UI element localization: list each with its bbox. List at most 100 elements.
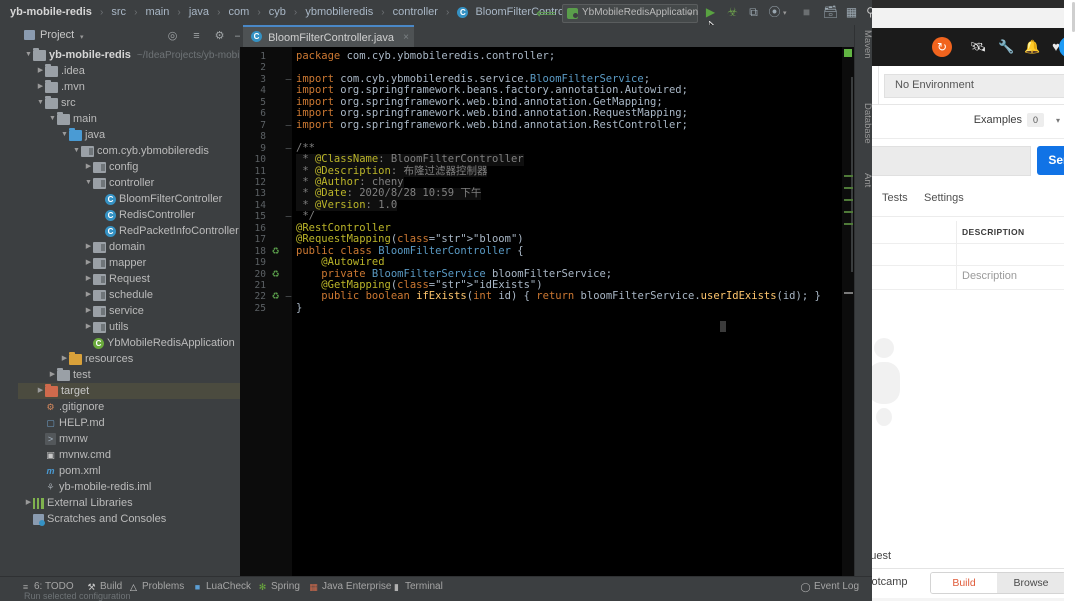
disclosure-triangle-icon[interactable]: ▼ <box>84 175 93 191</box>
breadcrumb-item-com[interactable]: com <box>228 0 249 25</box>
build-browse-toggle[interactable]: Build Browse <box>930 572 1066 594</box>
breadcrumb-item-java[interactable]: java <box>189 0 209 25</box>
chevron-down-icon[interactable]: ▾ <box>1056 116 1060 125</box>
tree-item-idea[interactable]: ▶.idea <box>18 63 240 79</box>
tree-item-bloomfiltercontroller[interactable]: ▸CBloomFilterController <box>18 191 240 207</box>
disclosure-triangle-icon[interactable]: ▼ <box>72 143 81 159</box>
breadcrumb-item-main[interactable]: main <box>146 0 170 25</box>
tree-item-domain[interactable]: ▶domain <box>18 239 240 255</box>
bell-icon[interactable]: 🔔 <box>1024 39 1040 55</box>
collapse-all-icon[interactable]: ≡ <box>190 30 203 43</box>
tree-item-request[interactable]: ▶Request <box>18 271 240 287</box>
tree-item-mvnw-cmd[interactable]: ▸▣mvnw.cmd <box>18 447 240 463</box>
tree-item-schedule[interactable]: ▶schedule <box>18 287 240 303</box>
code-folding-collapse-icon[interactable]: ─ <box>284 211 293 222</box>
tab-settings[interactable]: Settings <box>924 192 964 204</box>
table-row[interactable]: Description <box>852 265 1080 290</box>
code-editor[interactable]: 123─4567─89─101112131415─161718♻1920♻212… <box>240 47 854 580</box>
breadcrumb-item-cyb[interactable]: cyb <box>269 0 286 25</box>
tree-item-yb-mobile-redis-iml[interactable]: ▸⚘yb-mobile-redis.iml <box>18 479 240 495</box>
disclosure-triangle-icon[interactable]: ▼ <box>48 111 57 127</box>
locate-icon[interactable]: ◎ <box>166 30 179 43</box>
window-scrollbar[interactable] <box>1072 2 1075 32</box>
tree-item-src[interactable]: ▼src <box>18 95 240 111</box>
tree-item-controller[interactable]: ▼controller <box>18 175 240 191</box>
disclosure-triangle-icon[interactable]: ▶ <box>36 63 45 79</box>
tree-item-main[interactable]: ▼main <box>18 111 240 127</box>
tab-bloomfiltercontroller[interactable]: C BloomFilterController.java × <box>243 25 414 49</box>
disclosure-triangle-icon[interactable]: ▶ <box>36 79 45 95</box>
back-arrow-icon[interactable]: ⟸ <box>536 5 552 21</box>
close-icon[interactable]: × <box>403 32 409 43</box>
browse-tab[interactable]: Browse <box>997 573 1065 593</box>
tool-window-spring[interactable]: ✻Spring <box>257 580 300 593</box>
debug-button[interactable]: ☣ <box>724 4 741 21</box>
tab-tests[interactable]: Tests <box>882 192 908 204</box>
chevron-down-icon[interactable]: ▾ <box>688 10 692 18</box>
breadcrumb-root[interactable]: yb-mobile-redis <box>10 0 92 25</box>
search-everywhere-icon[interactable]: ⚲ <box>862 4 872 21</box>
breadcrumb-item-controller[interactable]: controller <box>393 0 438 25</box>
tool-window-database[interactable]: Database <box>855 103 872 144</box>
environment-selector[interactable]: No Environment <box>884 74 1080 98</box>
disclosure-triangle-icon[interactable]: ▶ <box>36 383 45 399</box>
chevron-down-icon[interactable]: ▾ <box>783 9 787 17</box>
tree-item-ybmobileredisapplication[interactable]: ▸CYbMobileRedisApplication <box>18 335 240 351</box>
tree-item-java[interactable]: ▼java <box>18 127 240 143</box>
mapping-icon[interactable]: ♻ <box>270 291 281 302</box>
editor-marker-bar[interactable] <box>842 47 854 580</box>
tree-item-mvn[interactable]: ▶.mvn <box>18 79 240 95</box>
wrench-icon[interactable]: 🔧 <box>998 39 1014 55</box>
disclosure-triangle-icon[interactable]: ▶ <box>84 239 93 255</box>
bean-icon[interactable]: ♻ <box>270 246 281 257</box>
disclosure-triangle-icon[interactable]: ▶ <box>84 287 93 303</box>
chevron-down-icon[interactable]: ▾ <box>80 33 84 41</box>
settings-gear-icon[interactable]: ⚙ <box>213 30 226 43</box>
build-tab[interactable]: Build <box>931 573 997 593</box>
run-configuration-selector[interactable]: YbMobileRedisApplication ▾ <box>562 4 698 23</box>
autowired-icon[interactable]: ♻ <box>270 269 281 280</box>
tool-window-maven[interactable]: Maven <box>855 30 872 59</box>
table-row[interactable] <box>852 243 1080 266</box>
tree-item-mvnw[interactable]: ▸>mvnw <box>18 431 240 447</box>
tool-window-ant[interactable]: Ant <box>855 173 872 187</box>
url-input[interactable] <box>852 146 1031 176</box>
tree-item-rediscontroller[interactable]: ▸CRedisController <box>18 207 240 223</box>
tool-window-luacheck[interactable]: ■LuaCheck <box>192 580 251 593</box>
code-folding-expand-icon[interactable]: ─ <box>284 143 293 154</box>
code-folding-collapse-icon[interactable]: ─ <box>284 120 293 131</box>
disclosure-triangle-icon[interactable]: ▼ <box>36 95 45 111</box>
tree-item-mapper[interactable]: ▶mapper <box>18 255 240 271</box>
source-code[interactable]: package com.cyb.ybmobileredis.controller… <box>296 47 844 580</box>
tree-item-gitignore[interactable]: ▸⚙.gitignore <box>18 399 240 415</box>
layout-button[interactable]: ▦ <box>843 4 860 21</box>
tree-item-test[interactable]: ▶test <box>18 367 240 383</box>
tree-item-pom-xml[interactable]: ▸mpom.xml <box>18 463 240 479</box>
tree-item-resources[interactable]: ▶resources <box>18 351 240 367</box>
disclosure-triangle-icon[interactable]: ▶ <box>24 495 33 511</box>
run-with-coverage-button[interactable]: ⧉ <box>745 4 762 21</box>
tree-item-yb-mobile-redis[interactable]: ▼yb-mobile-redis~/IdeaProjects/yb-mobile… <box>18 47 240 63</box>
tree-item-redpacketinfocontroller[interactable]: ▸CRedPacketInfoController <box>18 223 240 239</box>
disclosure-triangle-icon[interactable]: ▶ <box>84 303 93 319</box>
tree-item-service[interactable]: ▶service <box>18 303 240 319</box>
tree-item-com-cyb-ybmobileredis[interactable]: ▼com.cyb.ybmobileredis <box>18 143 240 159</box>
code-folding-expand-icon[interactable]: ─ <box>284 291 293 302</box>
inspection-status-ok-icon[interactable] <box>844 49 852 57</box>
disclosure-triangle-icon[interactable]: ▶ <box>48 367 57 383</box>
editor-gutter[interactable]: 123─4567─89─101112131415─161718♻1920♻212… <box>240 47 292 580</box>
stop-button[interactable]: ■ <box>798 4 815 21</box>
profiler-button[interactable]: ⦿ <box>766 4 783 21</box>
disclosure-triangle-icon[interactable]: ▶ <box>84 255 93 271</box>
run-button[interactable]: ▶ <box>702 4 719 21</box>
project-tree[interactable]: ▼yb-mobile-redis~/IdeaProjects/yb-mobile… <box>18 47 240 580</box>
disclosure-triangle-icon[interactable]: ▶ <box>84 159 93 175</box>
tool-window-problems[interactable]: △Problems <box>128 580 184 593</box>
tree-item-external-libraries[interactable]: ▶External Libraries <box>18 495 240 511</box>
tool-window-java-enterprise[interactable]: ▦Java Enterprise <box>308 580 391 593</box>
disclosure-triangle-icon[interactable]: ▶ <box>84 271 93 287</box>
event-log-button[interactable]: ◯Event Log <box>800 580 859 593</box>
tree-item-config[interactable]: ▶config <box>18 159 240 175</box>
tree-item-scratches-and-consoles[interactable]: ▸Scratches and Consoles <box>18 511 240 527</box>
code-folding-expand-icon[interactable]: ─ <box>284 74 293 85</box>
